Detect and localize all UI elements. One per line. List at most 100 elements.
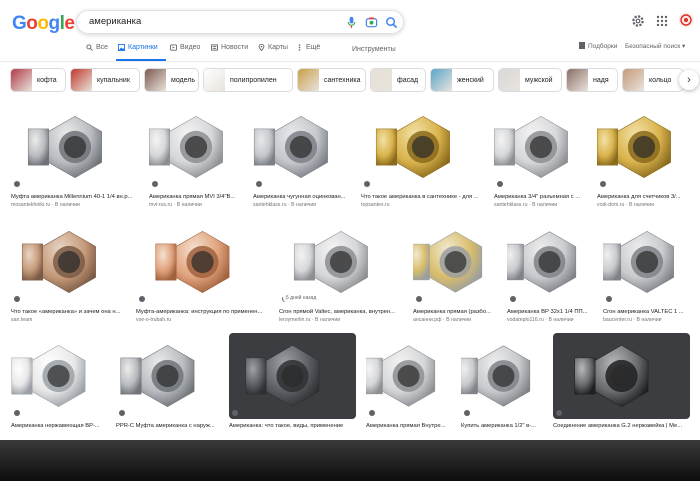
microphone-icon[interactable] xyxy=(345,16,358,29)
result-thumbnail[interactable] xyxy=(253,104,349,190)
result-thumbnail[interactable] xyxy=(11,219,127,305)
result-caption[interactable]: Американка: что такое, виды, применение xyxy=(229,423,356,429)
result-caption[interactable]: PPR-C Муфта американка с наруж... xyxy=(116,423,219,429)
image-result[interactable]: Муфта американка Millennium 40-1 1/4 вн.… xyxy=(11,104,139,212)
image-result[interactable]: Что такое «американка» и зачем она н... s… xyxy=(11,219,127,327)
suggestion-chip[interactable]: мужской xyxy=(498,68,562,92)
result-source[interactable]: santehklass.ru · В наличии xyxy=(494,202,588,208)
result-thumbnail[interactable] xyxy=(603,219,691,305)
result-source[interactable]: mvi-rus.ru · В наличии xyxy=(149,202,243,208)
result-caption[interactable]: Купить американка 1/2" в-... xyxy=(461,423,546,429)
product-tag-icon xyxy=(14,181,20,187)
google-logo[interactable]: Google xyxy=(12,13,75,35)
search-box[interactable]: американка xyxy=(76,10,404,34)
tab-maps[interactable]: Карты xyxy=(258,44,288,51)
result-thumbnail[interactable] xyxy=(149,104,243,190)
result-thumbnail[interactable] xyxy=(229,333,356,419)
image-result[interactable]: 5 дней назад Сгон прямой Valtec, американ… xyxy=(279,219,403,327)
suggestion-chip[interactable]: купальник xyxy=(70,68,140,92)
result-source[interactable]: baucenter.ru · В наличии xyxy=(603,317,691,323)
result-source[interactable]: leroymerlin.ru · В наличии xyxy=(279,317,403,323)
gear-icon[interactable] xyxy=(631,14,645,28)
suggestion-chip[interactable]: кофта xyxy=(10,68,66,92)
result-source[interactable]: san.team xyxy=(11,317,127,323)
suggestion-chip[interactable]: модель xyxy=(144,68,199,92)
result-thumbnail[interactable] xyxy=(136,219,269,305)
image-result[interactable]: Американка прямая Внутре... xyxy=(366,333,451,440)
result-source[interactable]: mosantekhniki.ru · В наличии xyxy=(11,202,139,208)
product-tag-icon xyxy=(600,181,606,187)
avatar[interactable] xyxy=(678,12,694,28)
result-thumbnail[interactable] xyxy=(507,219,592,305)
image-result[interactable]: Соединение американка G.2 нержавейка | М… xyxy=(553,333,690,440)
image-result[interactable]: Американка нержавеющая ВР-... xyxy=(11,333,106,440)
result-source[interactable]: topsantex.ru xyxy=(361,202,485,208)
image-result[interactable]: Купить американка 1/2" в-... xyxy=(461,333,546,440)
suggestion-chip[interactable]: женский xyxy=(430,68,494,92)
result-thumbnail[interactable] xyxy=(413,219,498,305)
suggestion-chip[interactable]: фасад xyxy=(370,68,426,92)
tab-all[interactable]: Все xyxy=(86,44,108,51)
image-result[interactable]: Сгон американка VALTEC 1 ... baucenter.ru… xyxy=(603,219,691,327)
image-result[interactable]: Американка для счетчиков 3/... vodi-dom.r… xyxy=(597,104,691,212)
result-source[interactable]: vodateplo116.ru · В наличии xyxy=(507,317,592,323)
result-caption[interactable]: Что такое американка в сантехнике - для … xyxy=(361,194,485,200)
tab-images[interactable]: Картинки xyxy=(118,44,158,51)
result-source[interactable]: santehklass.ru · В наличии xyxy=(253,202,349,208)
tab-more[interactable]: Ещё xyxy=(296,44,320,51)
result-thumbnail[interactable] xyxy=(361,104,485,190)
image-result[interactable]: Американка ВР 32х1 1/4 ПП... vodateplo116… xyxy=(507,219,592,327)
suggestion-chip[interactable]: сантехника xyxy=(297,68,366,92)
result-caption[interactable]: Что такое «американка» и зачем она н... xyxy=(11,309,127,315)
image-result[interactable]: Американка прямая MVI 3/4"В... mvi-rus.ru… xyxy=(149,104,243,212)
result-caption[interactable]: Сгон прямой Valtec, американка, внутрен.… xyxy=(279,309,403,315)
result-caption[interactable]: Американка для счетчиков 3/... xyxy=(597,194,691,200)
image-result[interactable]: Муфта-американка: инструкция по применен… xyxy=(136,219,269,327)
result-caption[interactable]: Американка прямая (разбо... xyxy=(413,309,498,315)
image-result[interactable]: Американка прямая (разбо... ансанни.рф · … xyxy=(413,219,498,327)
result-caption[interactable]: Американка чугунная оцинкован... xyxy=(253,194,349,200)
result-caption[interactable]: Американка прямая MVI 3/4"В... xyxy=(149,194,243,200)
result-caption[interactable]: Муфта-американка: инструкция по применен… xyxy=(136,309,269,315)
suggestion-chip[interactable]: полипропилен xyxy=(203,68,293,92)
result-thumbnail[interactable] xyxy=(11,333,106,419)
result-caption[interactable]: Американка ВР 32х1 1/4 ПП... xyxy=(507,309,592,315)
result-caption[interactable]: Сгон американка VALTEC 1 ... xyxy=(603,309,691,315)
result-caption[interactable]: Муфта американка Millennium 40-1 1/4 вн.… xyxy=(11,194,139,200)
result-caption[interactable]: Американка прямая Внутре... xyxy=(366,423,451,429)
image-result[interactable]: Американка: что такое, виды, применение xyxy=(229,333,356,440)
image-result[interactable]: Что такое американка в сантехнике - для … xyxy=(361,104,485,212)
tab-news[interactable]: Новости xyxy=(211,44,248,51)
result-thumbnail[interactable] xyxy=(553,333,690,419)
result-source[interactable]: vodi-dom.ru · В наличии xyxy=(597,202,691,208)
collections-link[interactable]: Подборки xyxy=(579,42,617,50)
image-result[interactable]: Американка 3/4" разъемная с ... santehkla… xyxy=(494,104,588,212)
result-thumbnail[interactable] xyxy=(494,104,588,190)
suggestion-chip[interactable]: надя xyxy=(566,68,618,92)
search-icon[interactable] xyxy=(385,16,398,29)
scrollbar[interactable] xyxy=(693,100,698,420)
result-source[interactable]: vse-o-trubah.ru xyxy=(136,317,269,323)
result-caption[interactable]: Соединение американка G.2 нержавейка | М… xyxy=(553,423,690,429)
apps-grid-icon[interactable] xyxy=(655,14,669,28)
result-thumbnail[interactable] xyxy=(597,104,691,190)
suggestion-chip[interactable]: кольцо xyxy=(622,68,684,92)
browser-screen: Google американка Все Картинки Видео Нов… xyxy=(0,0,700,440)
result-source[interactable]: ансанни.рф · В наличии xyxy=(413,317,498,323)
tools-button[interactable]: Инструменты xyxy=(352,46,396,53)
lens-icon[interactable] xyxy=(365,16,378,29)
tab-video[interactable]: Видео xyxy=(170,44,200,51)
search-input[interactable]: американка xyxy=(89,16,141,27)
safe-search-toggle[interactable]: Безопасный поиск ▾ xyxy=(625,42,685,50)
result-caption[interactable]: Американка нержавеющая ВР-... xyxy=(11,423,106,429)
image-result[interactable]: Американка чугунная оцинкован... santehkl… xyxy=(253,104,349,212)
chevron-right-icon[interactable]: › xyxy=(679,70,699,90)
result-thumbnail[interactable] xyxy=(461,333,546,419)
result-thumbnail[interactable] xyxy=(366,333,451,419)
image-result[interactable]: PPR-C Муфта американка с наруж... xyxy=(116,333,219,440)
result-caption[interactable]: Американка 3/4" разъемная с ... xyxy=(494,194,588,200)
result-thumbnail[interactable] xyxy=(279,219,403,305)
result-thumbnail[interactable] xyxy=(116,333,219,419)
map-pin-icon xyxy=(258,44,265,51)
result-thumbnail[interactable] xyxy=(11,104,139,190)
